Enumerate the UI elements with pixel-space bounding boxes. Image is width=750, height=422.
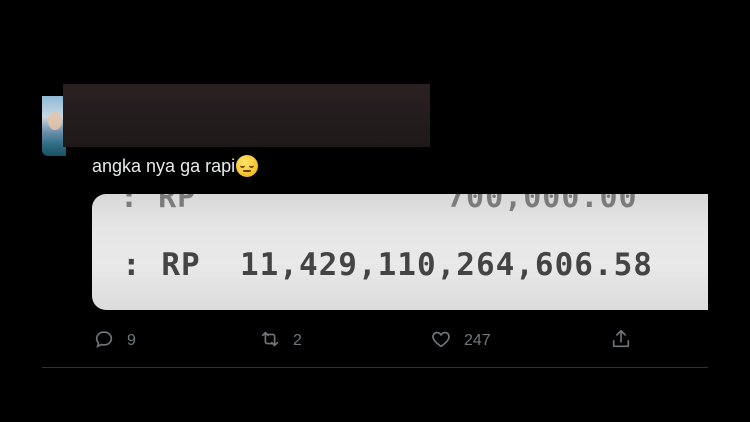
tweet-text-content: angka nya ga rapi bbox=[92, 156, 236, 176]
avatar-image bbox=[48, 112, 62, 130]
reply-icon bbox=[93, 328, 115, 355]
like-button[interactable]: 247 bbox=[430, 326, 491, 356]
share-icon bbox=[610, 328, 632, 355]
pensive-face-emoji-icon bbox=[236, 155, 259, 177]
reply-count: 9 bbox=[127, 332, 136, 349]
retweet-icon bbox=[259, 328, 281, 355]
reply-button[interactable]: 9 bbox=[93, 326, 136, 356]
like-count: 247 bbox=[464, 332, 491, 349]
receipt-top-left-text: : RP bbox=[120, 194, 197, 215]
receipt-top-right-text: 700,000.00 bbox=[447, 194, 638, 215]
retweet-count: 2 bbox=[293, 332, 302, 349]
receipt-amount-text: : RP 11,429,110,264,606.58 bbox=[122, 247, 653, 283]
tweet-actions-bar: 9 2 247 bbox=[0, 326, 750, 356]
retweet-button[interactable]: 2 bbox=[259, 326, 302, 356]
share-button[interactable] bbox=[610, 326, 632, 356]
tweet-text: angka nya ga rapi bbox=[92, 154, 259, 178]
tweet-media-image[interactable]: : RP 700,000.00 : RP 11,429,110,264,606.… bbox=[92, 194, 708, 310]
tweet-divider bbox=[42, 367, 708, 368]
redacted-author-box bbox=[63, 84, 430, 147]
heart-icon bbox=[430, 328, 452, 355]
